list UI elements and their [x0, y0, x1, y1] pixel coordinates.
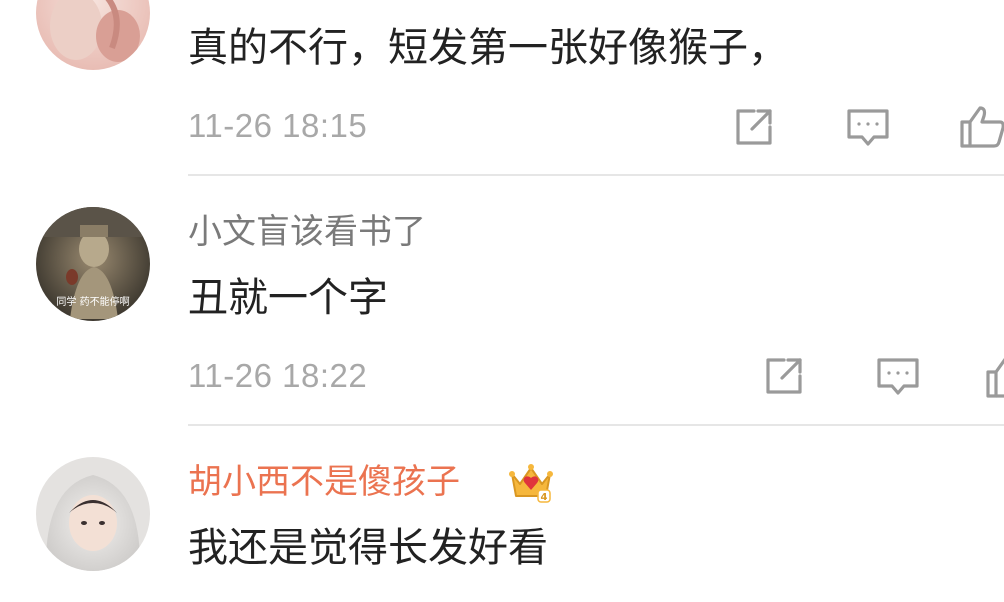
comment-text: 真的不行，短发第一张好像猴子， — [188, 25, 788, 71]
comment-time: 11-26 18:15 — [188, 107, 368, 144]
avatar[interactable] — [36, 457, 150, 571]
comment-text: 我还是觉得长发好看 — [188, 525, 548, 571]
comment-time: 11-26 18:22 — [188, 357, 368, 394]
svg-text:4: 4 — [541, 492, 548, 503]
avatar-caption: 同学 药不能停啊 — [56, 295, 129, 308]
reply-icon[interactable] — [874, 352, 922, 400]
avatar[interactable]: 同学 药不能停啊 — [36, 207, 150, 321]
comment-username[interactable]: 胡小西不是傻孩子 — [188, 462, 460, 502]
divider — [188, 424, 1004, 426]
reply-icon[interactable] — [844, 103, 892, 151]
comment-username[interactable]: 小文盲该看书了 — [188, 212, 426, 252]
avatar[interactable] — [36, 0, 150, 70]
crown-icon: 4 — [508, 460, 554, 506]
divider — [188, 174, 1004, 176]
repost-icon[interactable] — [730, 103, 778, 151]
repost-icon[interactable] — [760, 352, 808, 400]
like-icon[interactable] — [958, 102, 1004, 150]
like-icon[interactable] — [984, 352, 1004, 400]
comment-list: 真的不行，短发第一张好像猴子， 11-26 18:15 同学 药不能停啊 小文盲… — [0, 0, 1004, 602]
comment-text: 丑就一个字 — [188, 275, 388, 321]
